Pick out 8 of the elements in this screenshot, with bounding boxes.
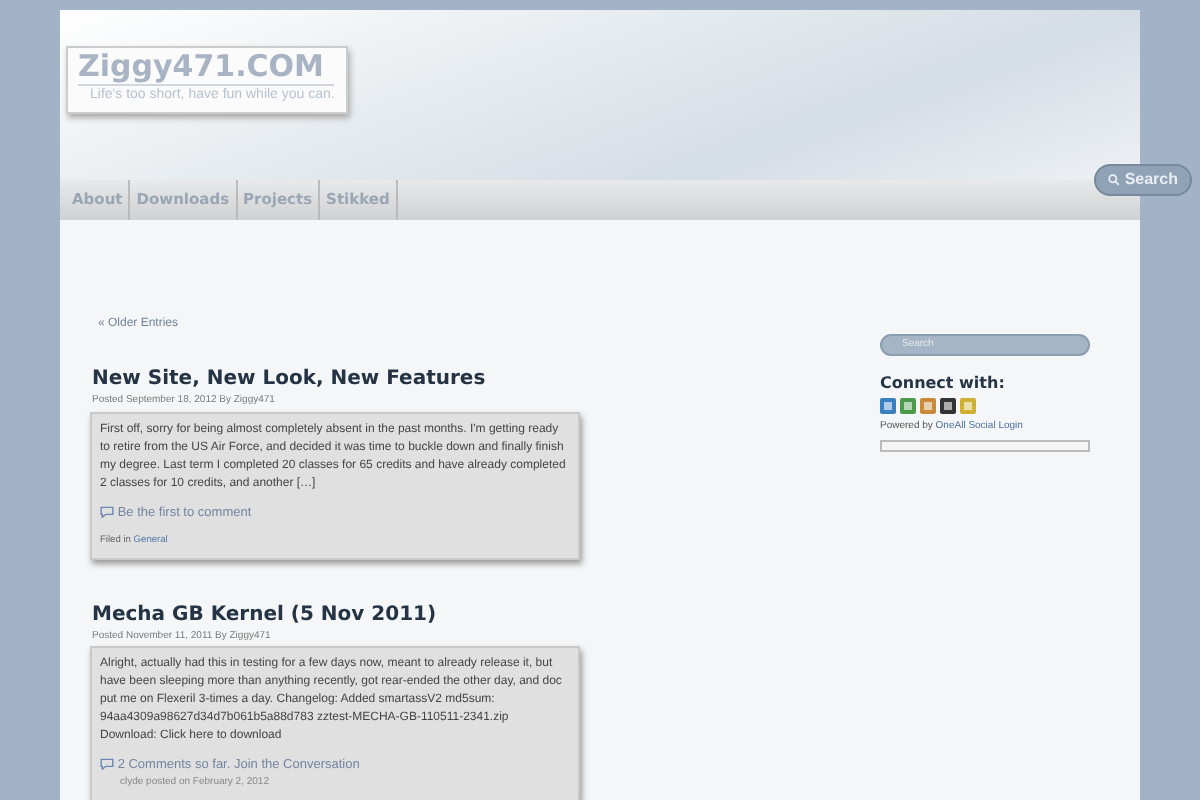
- comment-icon: [100, 505, 114, 518]
- search-button[interactable]: Search: [1094, 164, 1192, 196]
- search-icon: [1108, 173, 1121, 186]
- comment-icon: [100, 758, 114, 771]
- post-title[interactable]: Mecha GB Kernel (5 Nov 2011): [92, 603, 580, 627]
- connect-heading: Connect with:: [880, 372, 1007, 396]
- site-title[interactable]: Ziggy471.COM: [78, 48, 335, 84]
- post-title[interactable]: New Site, New Look, New Features: [92, 368, 580, 392]
